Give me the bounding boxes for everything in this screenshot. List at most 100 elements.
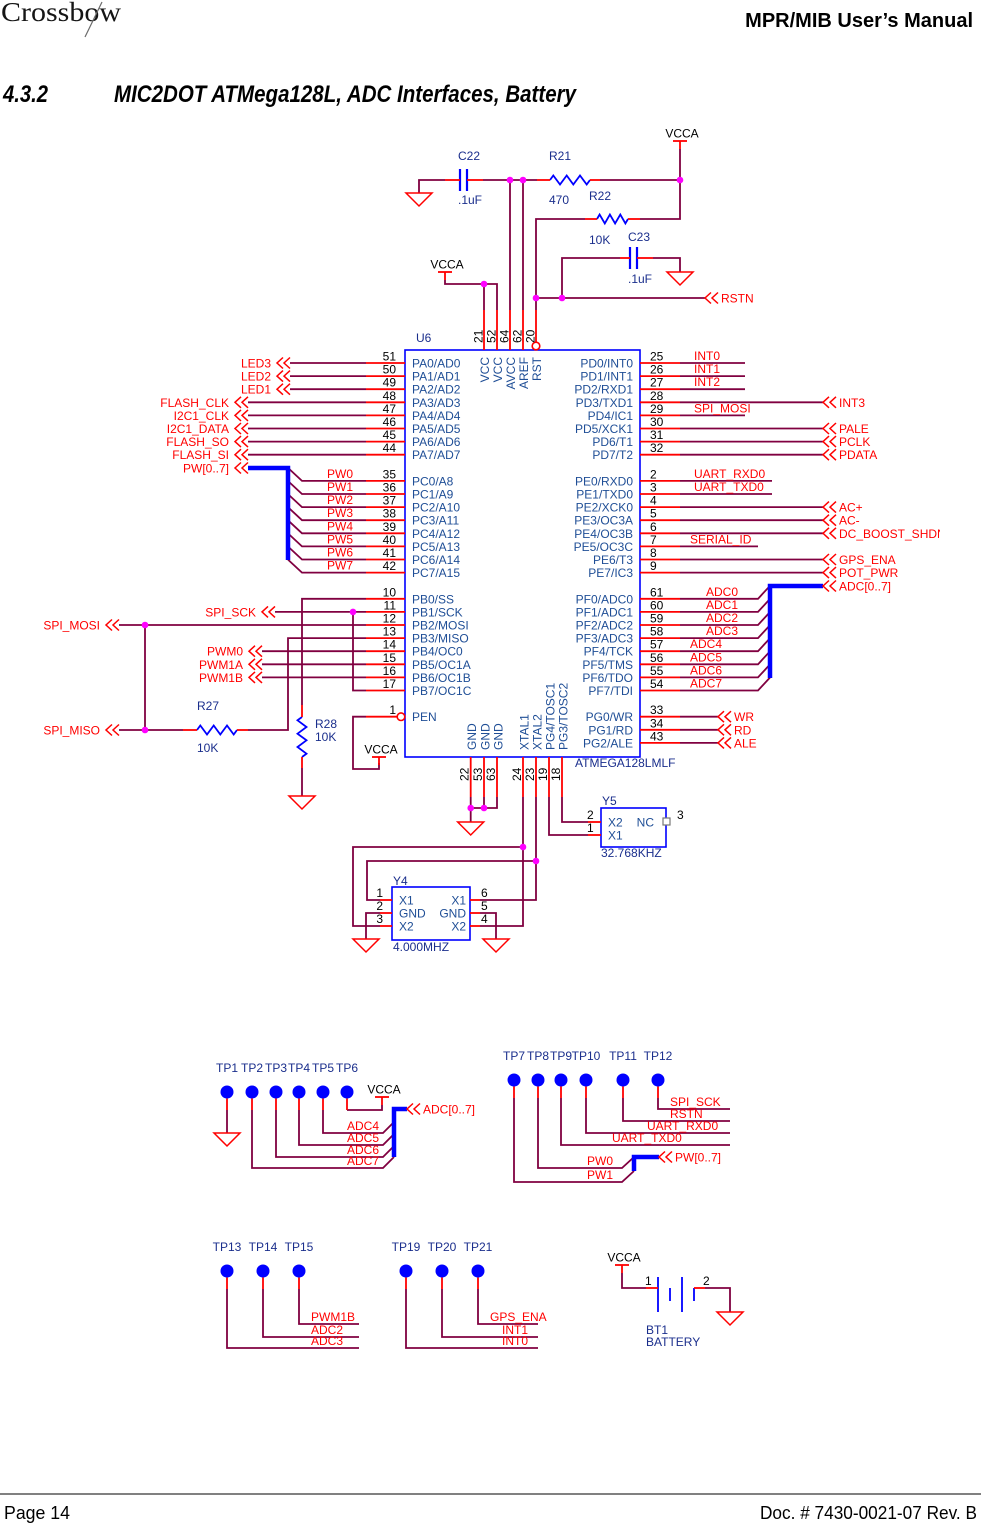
pin-name: PC5/A13 — [412, 540, 460, 554]
junction-dot — [519, 843, 527, 851]
bus-line — [767, 583, 823, 678]
pin-number: 28 — [650, 389, 664, 403]
pin-name: GND — [492, 723, 506, 750]
pin-number: 20 — [524, 329, 538, 343]
net-label: INT2 — [694, 375, 720, 389]
net-port-label: AC+ — [839, 501, 863, 515]
offpage-connector-icon — [821, 514, 837, 527]
net-label: ADC0 — [706, 585, 738, 599]
offpage-connector-icon — [657, 1150, 673, 1164]
junction-dot — [532, 294, 540, 302]
test-point-pad-icon — [579, 1073, 593, 1087]
pin-number: 30 — [650, 415, 664, 429]
net-port-label: DC_BOOST_SHDN — [839, 527, 946, 541]
r22-value-label: 10K — [589, 233, 610, 247]
bus-port-label: PW[0..7] — [675, 1151, 721, 1165]
pin-number: 60 — [650, 598, 664, 612]
pin-name: PF1/ADC1 — [576, 605, 634, 619]
pin-name: XTAL1 — [518, 714, 532, 750]
pin-name: X2 — [451, 920, 466, 934]
pin-number: 43 — [650, 729, 664, 743]
pin-number: 3 — [650, 481, 657, 495]
pin-name: PC0/A8 — [412, 474, 454, 488]
test-point-pad-icon — [435, 1264, 449, 1278]
net-label: UART_RXD0 — [694, 467, 765, 481]
pin-number: 12 — [383, 612, 397, 626]
test-point-pad-icon — [292, 1085, 306, 1099]
pin-name: PD4/IC1 — [588, 409, 634, 423]
pin-name: RST — [530, 356, 544, 381]
pin-name: X2 — [608, 816, 623, 830]
junction-dot — [141, 621, 149, 629]
pin-name: XTAL2 — [531, 714, 545, 750]
net-port-label: RD — [734, 723, 752, 737]
page-number: Page 14 — [4, 1503, 70, 1523]
test-point-net-label: ADC3 — [311, 1334, 343, 1348]
pin-name: PG2/ALE — [583, 736, 633, 750]
test-point-label: TP1 — [216, 1061, 238, 1075]
test-point-label: TP5 — [312, 1061, 334, 1075]
pin-number: 5 — [650, 507, 657, 521]
pin-number: 13 — [383, 625, 397, 639]
pin-name: PE0/RXD0 — [575, 474, 633, 488]
pin-name: PD3/TXD1 — [576, 396, 634, 410]
offpage-connector-icon — [821, 553, 837, 566]
test-point-net-label: ADC4 — [347, 1119, 379, 1133]
vcca-label: VCCA — [665, 127, 698, 141]
pin-number: 61 — [650, 585, 664, 599]
pin-name: GND — [465, 723, 479, 750]
pin-number: 45 — [383, 428, 397, 442]
pin-name: PF2/ADC2 — [576, 619, 634, 633]
test-point-pad-icon — [269, 1085, 283, 1099]
pin-name: PB5/OC1A — [412, 658, 471, 672]
bt1-value-label: BATTERY — [646, 1335, 700, 1349]
net-port-label: SPI_MOSI — [43, 619, 100, 633]
test-point-pad-icon — [399, 1264, 413, 1278]
pin-name: PC2/A10 — [412, 501, 460, 515]
u6-ref-label: U6 — [416, 331, 432, 345]
net-label: INT0 — [694, 349, 720, 363]
test-point-net-label: ADC5 — [347, 1131, 379, 1145]
pin-number: 4 — [650, 494, 657, 508]
page-header: Crossbow MPR/MIB User’s Manual — [1, 0, 973, 38]
offpage-connector-icon — [247, 658, 263, 671]
pin-name: PE3/OC3A — [574, 514, 633, 528]
pin-name: X2 — [399, 920, 414, 934]
bus-port-label: ADC[0..7] — [423, 1103, 475, 1117]
test-point-net-label: INT0 — [502, 1334, 528, 1348]
net-port-label: AC- — [839, 514, 860, 528]
offpage-connector-icon — [716, 710, 732, 723]
offpage-connector-icon — [260, 605, 276, 618]
test-point-label: TP19 — [392, 1240, 421, 1254]
bus-line — [391, 1106, 407, 1157]
offpage-connector-icon — [703, 291, 719, 305]
net-port-label: PWM0 — [207, 645, 243, 659]
pin-number: 2 — [703, 1274, 710, 1288]
net-label: SERIAL_ID — [690, 532, 752, 546]
pin-name: VCC — [478, 357, 492, 383]
wire — [705, 1287, 731, 1312]
pin-name: VCC — [491, 357, 505, 383]
pin-number: 42 — [383, 559, 397, 573]
manual-title: MPR/MIB User’s Manual — [745, 10, 973, 32]
offpage-connector-icon — [233, 448, 249, 461]
capacitor-icon — [628, 247, 639, 269]
net-port-label: LED1 — [241, 383, 271, 397]
pin-number: 17 — [383, 677, 397, 691]
junction-dot — [558, 294, 566, 302]
pin-name: PA2/AD2 — [412, 383, 461, 397]
test-point-net-label: GPS_ENA — [490, 1310, 547, 1324]
y4-ref-label: Y4 — [393, 874, 408, 888]
c22-ref-label: C22 — [458, 149, 480, 163]
schematic-diagram: U6ATMEGA128LMLF21VCC52VCC64AVCC62AREF20R… — [43, 127, 946, 1350]
net-label: ADC2 — [706, 611, 738, 625]
test-point-pad-icon — [616, 1073, 630, 1087]
test-point-label: TP4 — [288, 1061, 310, 1075]
test-point-pad-icon — [220, 1264, 234, 1278]
junction-dot — [519, 176, 527, 184]
net-label: PW7 — [327, 559, 353, 573]
pin-number: 24 — [510, 767, 524, 781]
pin-number: 53 — [471, 767, 485, 781]
y5-ref-label: Y5 — [602, 794, 617, 808]
pin-name: NC — [637, 816, 655, 830]
